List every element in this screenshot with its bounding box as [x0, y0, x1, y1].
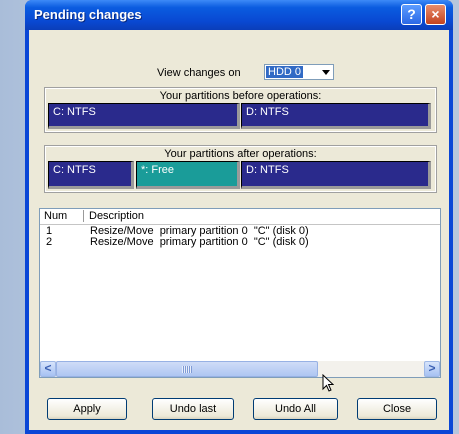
- apply-button[interactable]: Apply: [47, 398, 127, 420]
- partition-before-d[interactable]: D: NTFS: [241, 103, 431, 129]
- partitions-after-panel: Your partitions after operations: C: NTF…: [44, 145, 437, 193]
- list-header: Num Description: [40, 209, 440, 225]
- partitions-after-heading: Your partitions after operations:: [164, 148, 317, 160]
- chevron-left-icon: <: [44, 361, 52, 375]
- horizontal-scrollbar[interactable]: < >: [40, 361, 440, 377]
- row-num: 2: [46, 236, 53, 248]
- mouse-cursor-icon: [322, 374, 334, 392]
- undo-all-button[interactable]: Undo All: [253, 398, 338, 420]
- partition-label: D: NTFS: [246, 106, 289, 118]
- row-description: Resize/Move primary partition 0 "C" (dis…: [90, 236, 309, 248]
- column-divider[interactable]: [83, 210, 84, 222]
- close-button[interactable]: Close: [357, 398, 437, 420]
- scroll-left-button[interactable]: <: [40, 361, 56, 377]
- partition-before-c[interactable]: C: NTFS: [48, 103, 240, 129]
- help-button[interactable]: ?: [401, 4, 422, 25]
- title-bar[interactable]: Pending changes ? ×: [25, 0, 453, 30]
- partition-after-d[interactable]: D: NTFS: [241, 161, 431, 189]
- partition-label: *: Free: [141, 164, 175, 176]
- scroll-right-button[interactable]: >: [424, 361, 440, 377]
- partitions-before-panel: Your partitions before operations: C: NT…: [44, 87, 437, 133]
- disk-select[interactable]: HDD 0: [264, 64, 334, 80]
- window-title: Pending changes: [34, 7, 142, 22]
- grip-icon: [182, 366, 192, 373]
- undo-last-button[interactable]: Undo last: [152, 398, 234, 420]
- partitions-before-heading: Your partitions before operations:: [159, 90, 322, 102]
- view-changes-row: View changes on HDD 0: [29, 64, 449, 82]
- close-icon: ×: [431, 6, 440, 22]
- help-icon: ?: [407, 6, 416, 22]
- partition-label: C: NTFS: [53, 164, 96, 176]
- partition-label: D: NTFS: [246, 164, 289, 176]
- chevron-right-icon: >: [428, 361, 436, 375]
- partition-after-c[interactable]: C: NTFS: [48, 161, 134, 189]
- close-window-button[interactable]: ×: [425, 4, 446, 25]
- dialog-body: View changes on HDD 0 Your partitions be…: [29, 30, 449, 430]
- partition-label: C: NTFS: [53, 106, 96, 118]
- column-header-num[interactable]: Num: [44, 210, 67, 222]
- view-changes-label: View changes on: [157, 67, 241, 79]
- partition-after-free[interactable]: *: Free: [136, 161, 240, 189]
- pending-changes-dialog: Pending changes ? × View changes on HDD …: [25, 0, 453, 434]
- scroll-thumb[interactable]: [56, 361, 318, 377]
- disk-select-value: HDD 0: [266, 66, 304, 78]
- column-header-description[interactable]: Description: [89, 210, 144, 222]
- operations-list[interactable]: Num Description 1 Resize/Move primary pa…: [39, 208, 441, 378]
- chevron-down-icon[interactable]: [319, 66, 332, 78]
- list-item[interactable]: 2 Resize/Move primary partition 0 "C" (d…: [40, 237, 440, 248]
